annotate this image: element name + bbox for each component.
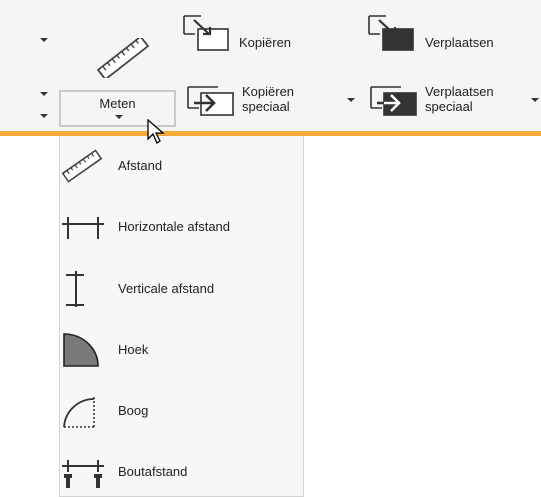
menu-item-label: Afstand xyxy=(118,158,163,173)
ribbon-toolbar: Meten Kopiëren Kopiëren speciaal Verplaa… xyxy=(0,0,541,131)
copy-special-icon[interactable] xyxy=(185,84,237,118)
angle-icon xyxy=(60,332,104,368)
ruler-icon[interactable] xyxy=(92,35,154,81)
horizontal-dimension-icon xyxy=(60,209,104,245)
menu-item-label: Hoek xyxy=(118,342,149,357)
verplaatsen-speciaal-line2: speciaal xyxy=(425,99,473,114)
verplaatsen-speciaal-line1: Verplaatsen xyxy=(425,84,494,99)
menu-item-hoek[interactable]: Hoek xyxy=(60,325,303,375)
menu-item-label: Boog xyxy=(118,403,149,418)
mouse-cursor-icon xyxy=(147,118,167,145)
menu-item-horizontale-afstand[interactable]: Horizontale afstand xyxy=(60,202,303,252)
ruler-icon xyxy=(60,148,104,184)
arc-icon xyxy=(60,393,104,429)
dropdown-arrow-icon[interactable] xyxy=(40,38,48,42)
copy-icon[interactable] xyxy=(181,12,235,54)
dropdown-arrow-icon[interactable] xyxy=(531,98,539,102)
meten-dropdown-menu: Afstand Horizontale afstand Verticale af… xyxy=(59,136,304,497)
kopieren-speciaal-line1: Kopiëren xyxy=(242,84,295,99)
menu-item-label: Horizontale afstand xyxy=(118,219,231,234)
kopieren-speciaal-line2: speciaal xyxy=(242,99,290,114)
menu-item-boutafstand[interactable]: Boutafstand xyxy=(60,447,303,497)
dropdown-arrow-icon[interactable] xyxy=(347,98,355,102)
kopieren-label[interactable]: Kopiëren xyxy=(239,35,291,50)
menu-item-afstand[interactable]: Afstand xyxy=(60,141,303,191)
dropdown-arrow-icon[interactable] xyxy=(40,114,48,118)
kopieren-speciaal-label[interactable]: Kopiëren speciaal xyxy=(242,84,294,114)
move-icon[interactable] xyxy=(366,12,420,54)
move-special-icon[interactable] xyxy=(368,84,420,118)
verplaatsen-speciaal-label[interactable]: Verplaatsen speciaal xyxy=(425,84,494,114)
meten-label: Meten xyxy=(99,96,136,111)
menu-item-label: Boutafstand xyxy=(118,464,188,479)
menu-item-boog[interactable]: Boog xyxy=(60,386,303,436)
chevron-down-icon[interactable] xyxy=(115,115,123,119)
verplaatsen-label[interactable]: Verplaatsen xyxy=(425,35,494,50)
menu-item-verticale-afstand[interactable]: Verticale afstand xyxy=(60,264,303,314)
menu-item-label: Verticale afstand xyxy=(118,281,215,296)
vertical-dimension-icon xyxy=(60,271,104,307)
dropdown-arrow-icon[interactable] xyxy=(40,92,48,96)
bolt-distance-icon xyxy=(60,454,104,490)
